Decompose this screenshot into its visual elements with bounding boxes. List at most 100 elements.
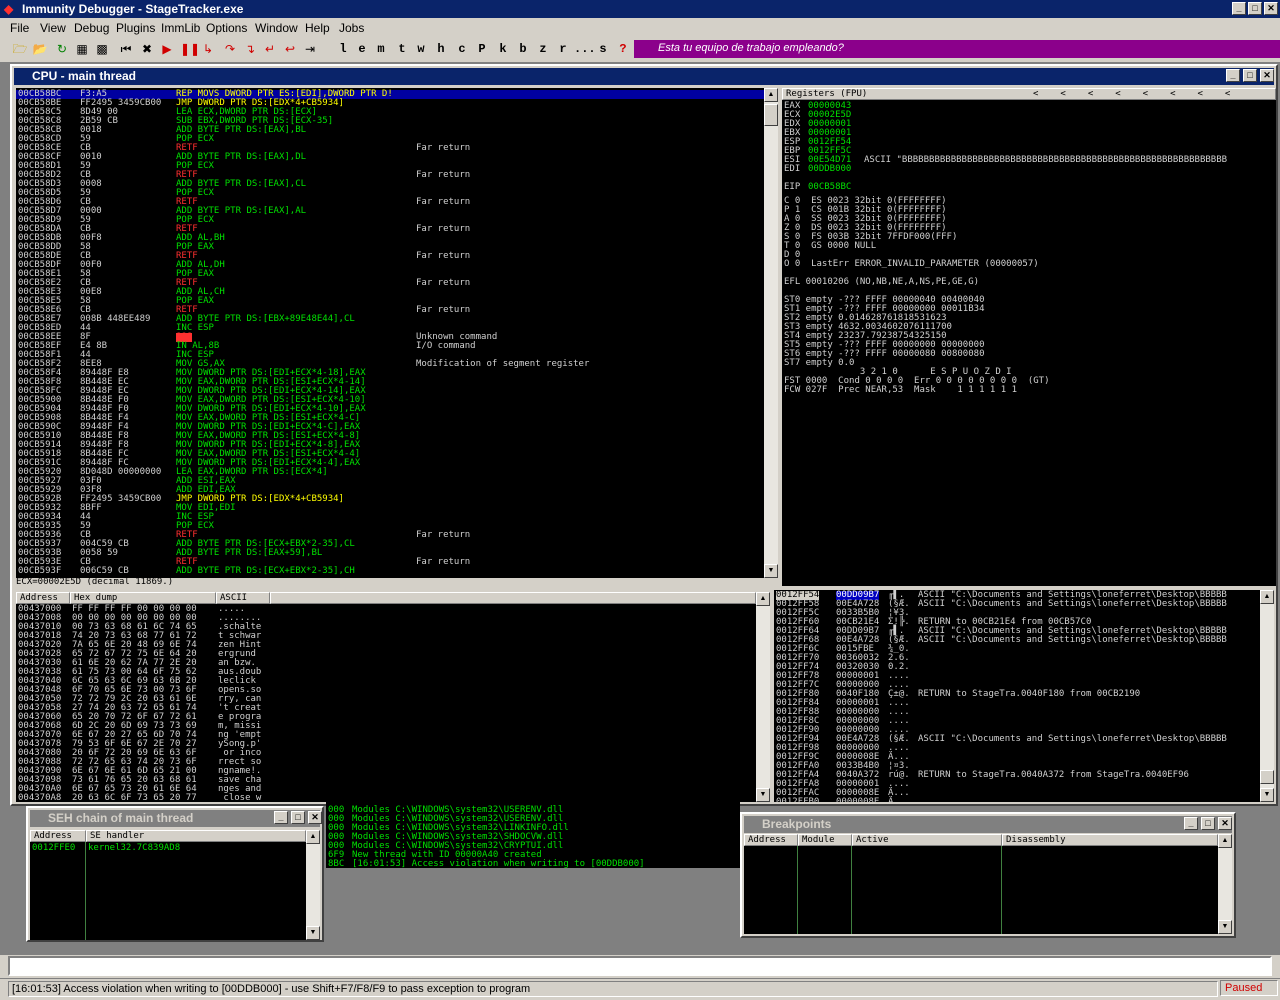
dump-pane[interactable]: Address Hex dump ASCII 00437000 FF FF FF … [16, 592, 756, 802]
stack-scroll-thumb[interactable] [1260, 770, 1274, 784]
cpu-maximize-button[interactable]: □ [1243, 69, 1257, 82]
attach-icon[interactable]: 📂 [32, 41, 48, 57]
bp-header-module[interactable]: Module [798, 834, 852, 846]
disasm-row[interactable]: 00CB58BE FF2495 3459CB00 JMP DWORD PTR DS:… [16, 99, 764, 108]
open-file-icon[interactable]: 🗁 [12, 41, 28, 57]
menu-options[interactable]: Options [206, 21, 247, 35]
disasm-row[interactable]: 00CB58F1 44 INC ESP [16, 351, 764, 360]
dump-scroll-up-icon[interactable]: ▲ [756, 592, 770, 606]
disasm-row[interactable]: 00CB58DA CB RETF Far return [16, 225, 764, 234]
toolbar-threads-button[interactable]: t [395, 41, 409, 57]
disassembly-scrollbar[interactable]: ▲ ▼ [764, 88, 778, 578]
go-to-address-icon[interactable]: ⇥ [302, 41, 318, 57]
disasm-row[interactable]: 00CB58D5 59 POP ECX [16, 189, 764, 198]
seh-close-button[interactable]: ✕ [308, 811, 322, 824]
disasm-row[interactable]: 00CB58ED 44 INC ESP [16, 324, 764, 333]
disasm-row[interactable]: 00CB592B FF2495 3459CB00 JMP DWORD PTR DS:… [16, 495, 764, 504]
breakpoints-pane[interactable]: Address Module Active Disassembly [744, 834, 1218, 934]
toolbar-run-trace-button[interactable]: ... [574, 41, 596, 57]
pause-icon[interactable]: ❚❚ [180, 41, 200, 57]
bp-scroll-up-icon[interactable]: ▲ [1218, 834, 1232, 848]
bp-header-address[interactable]: Address [744, 834, 798, 846]
minimize-button[interactable]: _ [1232, 2, 1246, 15]
close-program-icon[interactable]: ✖ [140, 41, 154, 57]
scroll-thumb[interactable] [764, 104, 778, 126]
cpu-minimize-button[interactable]: _ [1226, 69, 1240, 82]
help-icon[interactable]: ? [616, 41, 630, 57]
stack-pane[interactable]: 0012FF54 00DD09B7 ╓▌. ASCII "C:\Documents a… [774, 590, 1260, 802]
trace-into-icon[interactable]: ↴ [242, 41, 258, 57]
disasm-row[interactable]: 00CB58EF E4 8B IN AL,8B I/O command [16, 342, 764, 351]
disasm-row[interactable]: 00CB58D9 59 POP ECX [16, 216, 764, 225]
bp-header-active[interactable]: Active [852, 834, 1002, 846]
seh-minimize-button[interactable]: _ [274, 811, 288, 824]
disasm-row[interactable]: 00CB58CE CB RETF Far return [16, 144, 764, 153]
registers-nav-icons[interactable]: <<<<<<<< [1033, 89, 1252, 99]
toolbar-memory-button[interactable]: m [374, 41, 388, 57]
menu-plugins[interactable]: Plugins [116, 21, 155, 35]
disasm-row[interactable]: 00CB58D7 0000 ADD BYTE PTR DS:[EAX],AL [16, 207, 764, 216]
menu-view[interactable]: View [40, 21, 66, 35]
disasm-row[interactable]: 00CB58E2 CB RETF Far return [16, 279, 764, 288]
toolbar-windows-button[interactable]: w [414, 41, 428, 57]
disasm-row[interactable]: 00CB58C5 8D49 00 LEA ECX,DWORD PTR DS:[ECX… [16, 108, 764, 117]
toolbar-handles-button[interactable]: h [434, 41, 448, 57]
toolbar-callstack-button[interactable]: k [496, 41, 510, 57]
breakpoints-close-button[interactable]: ✕ [1218, 817, 1232, 830]
stack-scroll-up-icon[interactable]: ▲ [1260, 590, 1274, 604]
disasm-row[interactable]: 00CB58D1 59 POP ECX [16, 162, 764, 171]
toolbar-breakpoints-button[interactable]: b [516, 41, 530, 57]
dump-scroll-down-icon[interactable]: ▼ [756, 788, 770, 802]
menu-debug[interactable]: Debug [74, 21, 109, 35]
disasm-row[interactable]: 00CB58E3 00E8 ADD AL,CH [16, 288, 764, 297]
menu-help[interactable]: Help [305, 21, 330, 35]
save-icon[interactable]: ▦ [74, 41, 90, 57]
disasm-row[interactable]: 00CB58CD 59 POP ECX [16, 135, 764, 144]
disasm-row[interactable]: 00CB5935 59 POP ECX [16, 522, 764, 531]
execute-till-return-icon[interactable]: ↩ [282, 41, 298, 57]
disasm-row[interactable]: 00CB58CB 0018 ADD BYTE PTR DS:[EAX],BL [16, 126, 764, 135]
disasm-row[interactable]: 00CB58DB 00F8 ADD AL,BH [16, 234, 764, 243]
dump-header-ascii[interactable]: ASCII [216, 592, 270, 604]
disasm-row[interactable]: 00CB58D3 0008 ADD BYTE PTR DS:[EAX],CL [16, 180, 764, 189]
run-icon[interactable]: ▶ [160, 41, 174, 57]
scroll-up-icon[interactable]: ▲ [764, 88, 778, 102]
disasm-row[interactable]: 00CB593B 0058 59 ADD BYTE PTR DS:[EAX+59],… [16, 549, 764, 558]
disasm-row[interactable]: 00CB58E7 008B 448EE489 ADD BYTE PTR DS:[EB… [16, 315, 764, 324]
seh-pane[interactable]: Address SE handler 0012FFE0 kernel32.7C83… [30, 830, 306, 940]
disasm-row[interactable]: 00CB58DF 00F0 ADD AL,DH [16, 261, 764, 270]
disasm-row[interactable]: 00CB58D6 CB RETF Far return [16, 198, 764, 207]
cpu-close-button[interactable]: ✕ [1260, 69, 1274, 82]
bp-header-disassembly[interactable]: Disassembly [1002, 834, 1218, 846]
rewind-icon[interactable]: ⏮ [118, 41, 134, 57]
dump-header-address[interactable]: Address [16, 592, 70, 604]
breakpoints-minimize-button[interactable]: _ [1184, 817, 1198, 830]
dump-header-hex[interactable]: Hex dump [70, 592, 216, 604]
disasm-row[interactable]: 00CB58D2 CB RETF Far return [16, 171, 764, 180]
stack-scroll-down-icon[interactable]: ▼ [1260, 788, 1274, 802]
seh-header-handler[interactable]: SE handler [86, 830, 306, 842]
stack-row[interactable]: 0012FFB0 0000008E Ä... [774, 798, 1260, 803]
toolbar-references-button[interactable]: r [556, 41, 570, 57]
patches-icon[interactable]: ▩ [94, 41, 110, 57]
disasm-row[interactable]: 00CB5932 8BFF MOV EDI,EDI [16, 504, 764, 513]
disasm-row[interactable]: 00CB58E1 58 POP EAX [16, 270, 764, 279]
toolbar-cpu-button[interactable]: c [455, 41, 469, 57]
step-into-icon[interactable]: ↳ [200, 41, 216, 57]
scroll-down-icon[interactable]: ▼ [764, 564, 778, 578]
toolbar-hwbp-button[interactable]: z [536, 41, 550, 57]
command-input[interactable] [8, 956, 1272, 976]
registers-pane[interactable]: Registers (FPU) <<<<<<<< EAX 00000043 ECX 00… [782, 88, 1276, 586]
disasm-row[interactable]: 00CB593F 006C59 CB ADD BYTE PTR DS:[ECX+EB… [16, 567, 764, 576]
disasm-row[interactable]: 00CB58C8 2B59 CB SUB EBX,DWORD PTR DS:[ECX… [16, 117, 764, 126]
disasm-row[interactable]: 00CB58DD 58 POP EAX [16, 243, 764, 252]
disasm-row[interactable]: 00CB5934 44 INC ESP [16, 513, 764, 522]
seh-scroll-up-icon[interactable]: ▲ [306, 830, 320, 844]
disasm-row[interactable]: 00CB58CF 0010 ADD BYTE PTR DS:[EAX],DL [16, 153, 764, 162]
menu-immlib[interactable]: ImmLib [161, 21, 200, 35]
toolbar-log-button[interactable]: l [336, 41, 350, 57]
menu-file[interactable]: File [10, 21, 29, 35]
menu-window[interactable]: Window [255, 21, 298, 35]
seh-maximize-button[interactable]: □ [291, 811, 305, 824]
toolbar-source-button[interactable]: s [596, 41, 610, 57]
